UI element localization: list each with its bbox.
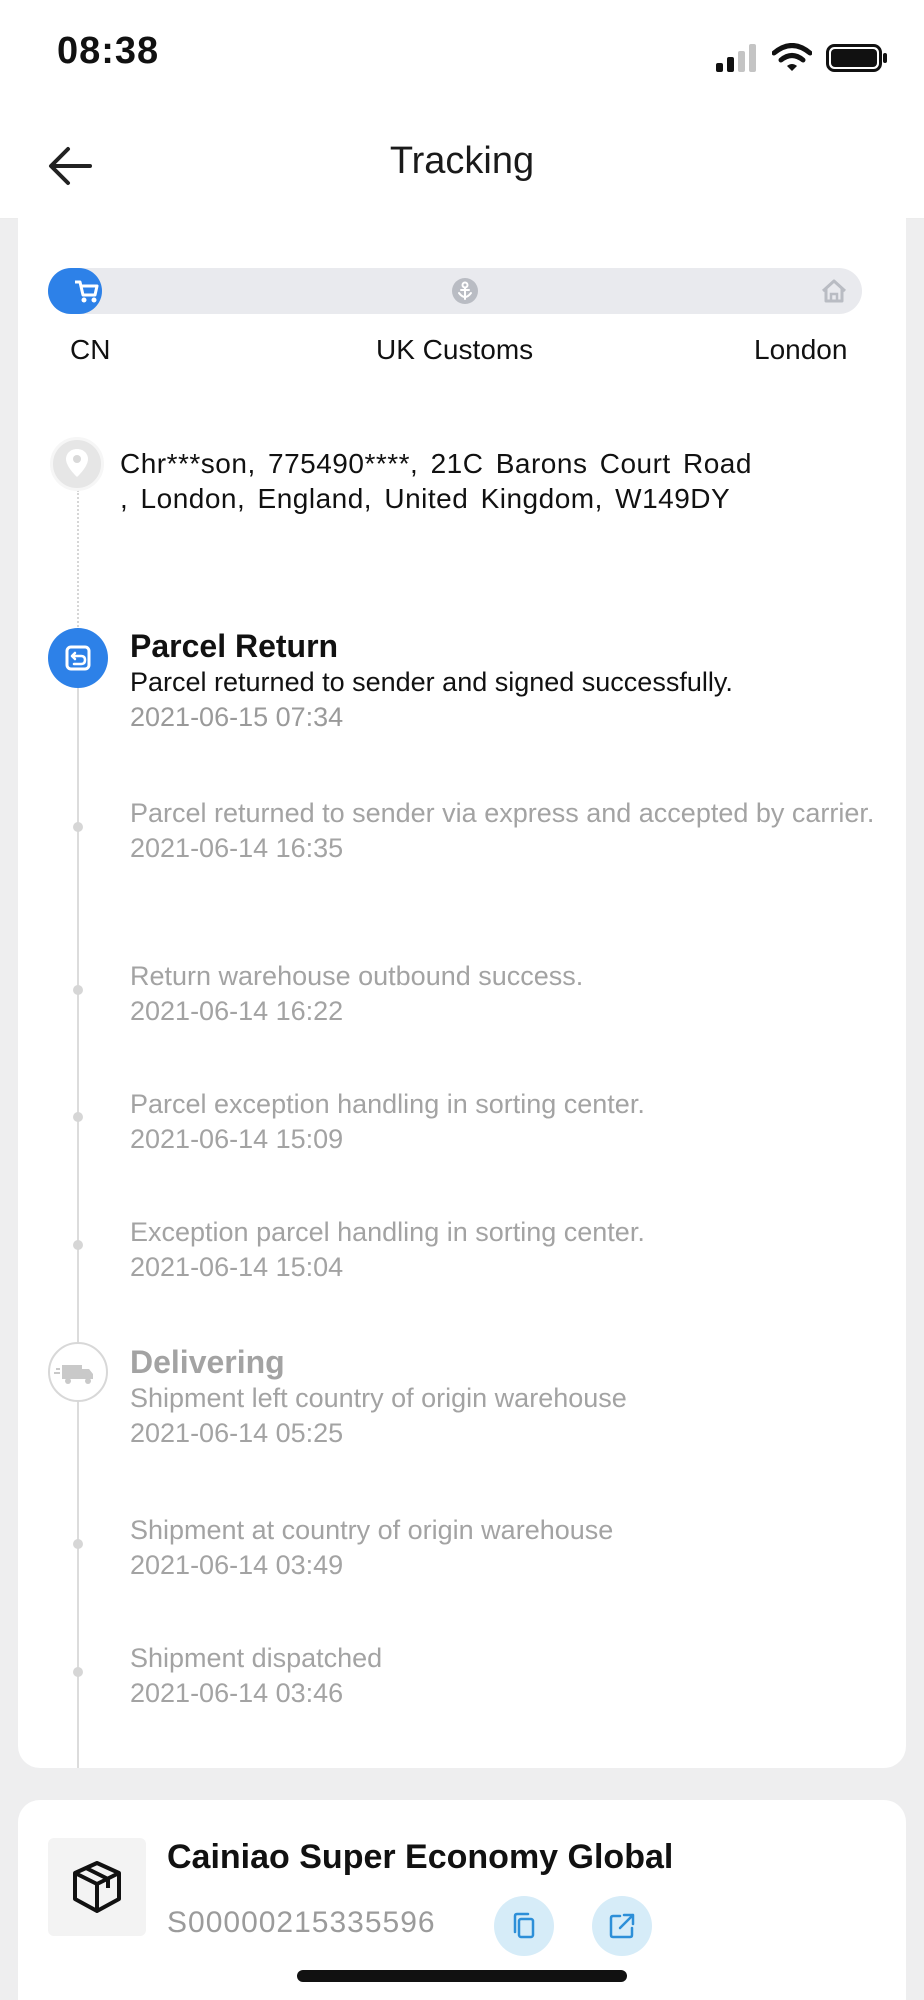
route-progress-bar	[48, 268, 862, 314]
event-item: Shipment dispatched 2021-06-14 03:46	[130, 1641, 890, 1711]
event-parcel-return: Parcel Return Parcel returned to sender …	[130, 627, 890, 735]
event-title: Parcel Return	[130, 628, 339, 664]
wifi-icon	[772, 43, 812, 71]
event-time: 2021-06-14 05:25	[130, 1418, 344, 1448]
timeline-dot	[73, 1112, 83, 1122]
location-pin-icon	[50, 437, 104, 491]
external-link-button[interactable]	[592, 1896, 652, 1956]
event-time: 2021-06-14 15:04	[130, 1252, 344, 1282]
delivery-address: Chr***son, 775490****, 21C Barons Court …	[120, 448, 752, 514]
timeline-connector	[77, 688, 79, 1768]
return-icon	[48, 628, 108, 688]
truck-icon	[48, 1342, 108, 1402]
copy-button[interactable]	[494, 1896, 554, 1956]
event-description: Shipment left country of origin warehous…	[130, 1383, 627, 1413]
home-indicator[interactable]	[297, 1970, 627, 1982]
event-item: Parcel returned to sender via express an…	[130, 796, 890, 866]
cart-icon	[75, 280, 99, 303]
event-item: Parcel exception handling in sorting cen…	[130, 1087, 890, 1157]
timeline-dot	[73, 1667, 83, 1677]
battery-icon	[826, 44, 887, 72]
event-description: Parcel returned to sender via express an…	[130, 798, 875, 828]
nav-bar: Tracking	[0, 110, 924, 219]
event-description: Shipment at country of origin warehouse	[130, 1515, 614, 1545]
timeline-dot	[73, 985, 83, 995]
status-time: 08:38	[57, 30, 160, 72]
event-item: Shipment at country of origin warehouse …	[130, 1513, 890, 1583]
carrier-name: Cainiao Super Economy Global	[167, 1838, 674, 1876]
stop-origin: CN	[70, 334, 111, 365]
event-title: Delivering	[130, 1344, 285, 1380]
event-description: Exception parcel handling in sorting cen…	[130, 1217, 645, 1247]
timeline-dot	[73, 1240, 83, 1250]
copy-icon	[513, 1912, 535, 1939]
event-item: Exception parcel handling in sorting cen…	[130, 1215, 890, 1285]
event-time: 2021-06-14 15:09	[130, 1124, 344, 1154]
package-icon	[48, 1838, 146, 1936]
anchor-icon	[452, 278, 478, 304]
event-time: 2021-06-15 07:34	[130, 702, 344, 732]
event-time: 2021-06-14 03:49	[130, 1550, 344, 1580]
page-title: Tracking	[389, 140, 535, 182]
event-delivering: Delivering Shipment left country of orig…	[130, 1343, 890, 1451]
tracking-number: S00000215335596	[167, 1906, 436, 1939]
event-item: Return warehouse outbound success. 2021-…	[130, 959, 890, 1029]
status-bar: 08:38	[0, 0, 924, 110]
status-icons	[714, 38, 888, 78]
event-description: Parcel returned to sender and signed suc…	[130, 667, 733, 697]
stop-customs: UK Customs	[376, 334, 534, 365]
external-link-icon	[609, 1913, 635, 1939]
event-description: Shipment dispatched	[130, 1643, 383, 1673]
event-description: Return warehouse outbound success.	[130, 961, 584, 991]
event-time: 2021-06-14 16:35	[130, 833, 344, 863]
event-time: 2021-06-14 03:46	[130, 1678, 344, 1708]
timeline-dot	[73, 1539, 83, 1549]
event-description: Parcel exception handling in sorting cen…	[130, 1089, 645, 1119]
signal-icon	[716, 44, 756, 72]
timeline-dot	[73, 822, 83, 832]
stop-destination: London	[754, 334, 848, 365]
house-icon	[821, 279, 847, 303]
timeline-connector-dotted	[77, 490, 79, 630]
event-time: 2021-06-14 16:22	[130, 996, 344, 1026]
